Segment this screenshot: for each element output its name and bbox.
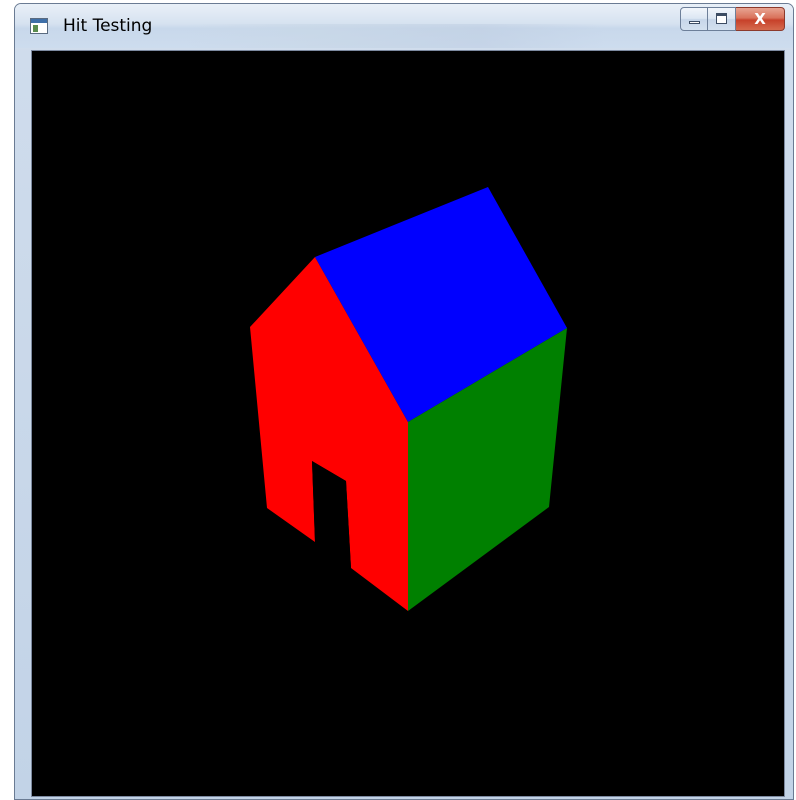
minimize-icon [689, 21, 700, 24]
app-window: Hit Testing X [14, 3, 794, 800]
scene-canvas[interactable] [32, 51, 784, 796]
title-bar-glare [185, 24, 605, 48]
window-controls: X [680, 7, 785, 31]
window-title: Hit Testing [63, 16, 153, 36]
title-bar[interactable]: Hit Testing X [15, 4, 793, 48]
app-icon-bar [31, 19, 47, 23]
maximize-icon [716, 13, 727, 24]
maximize-button[interactable] [708, 7, 736, 31]
app-icon-pane [33, 25, 38, 32]
minimize-button[interactable] [680, 7, 708, 31]
close-icon: X [754, 10, 766, 28]
window-app-icon[interactable] [30, 18, 48, 34]
viewport-3d[interactable] [31, 50, 785, 797]
close-button[interactable]: X [736, 7, 785, 31]
